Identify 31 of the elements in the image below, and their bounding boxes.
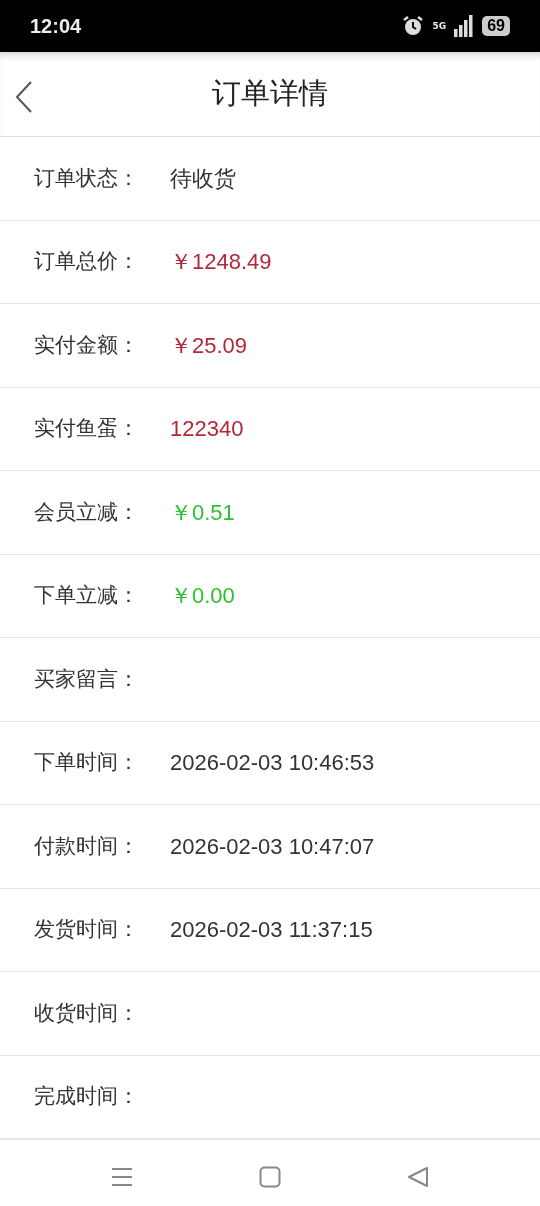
back-icon[interactable] [407, 1166, 429, 1188]
battery-indicator: 69 [482, 16, 510, 36]
field-label: 完成时间： [34, 1083, 140, 1110]
menu-icon[interactable] [111, 1167, 133, 1187]
field-label: 付款时间： [34, 832, 140, 860]
field-label: 收货时间： [34, 999, 140, 1027]
home-icon[interactable] [259, 1166, 281, 1188]
field-value: ￥25.09 [170, 331, 248, 360]
field-value: 2026-02-03 10:46:53 [170, 749, 375, 778]
field-label: 买家留言： [34, 665, 140, 693]
field-value: 2026-02-03 10:47:07 [170, 832, 375, 861]
field-label: 订单状态： [34, 164, 140, 192]
field-value: 2026-02-03 11:37:15 [170, 916, 373, 945]
status-time: 12:04 [30, 14, 82, 39]
field-value: 待收货 [170, 164, 236, 193]
field-label: 实付金额： [34, 331, 140, 359]
page-title: 订单详情 [212, 75, 328, 113]
field-value: ￥1248.49 [170, 248, 272, 277]
field-value: ￥0.51 [170, 498, 235, 527]
back-button[interactable] [14, 80, 34, 114]
field-value: ￥0.00 [170, 582, 235, 611]
field-value: 122340 [170, 415, 244, 444]
field-label: 发货时间： [34, 916, 140, 943]
field-label: 下单立减： [34, 582, 140, 609]
network-type: 5G [432, 21, 447, 31]
field-label: 实付鱼蛋： [34, 415, 140, 442]
field-label: 订单总价： [34, 248, 140, 275]
field-label: 下单时间： [34, 749, 140, 776]
signal-icon [454, 15, 475, 37]
back-icon [14, 80, 34, 114]
field-label: 会员立减： [34, 498, 140, 526]
